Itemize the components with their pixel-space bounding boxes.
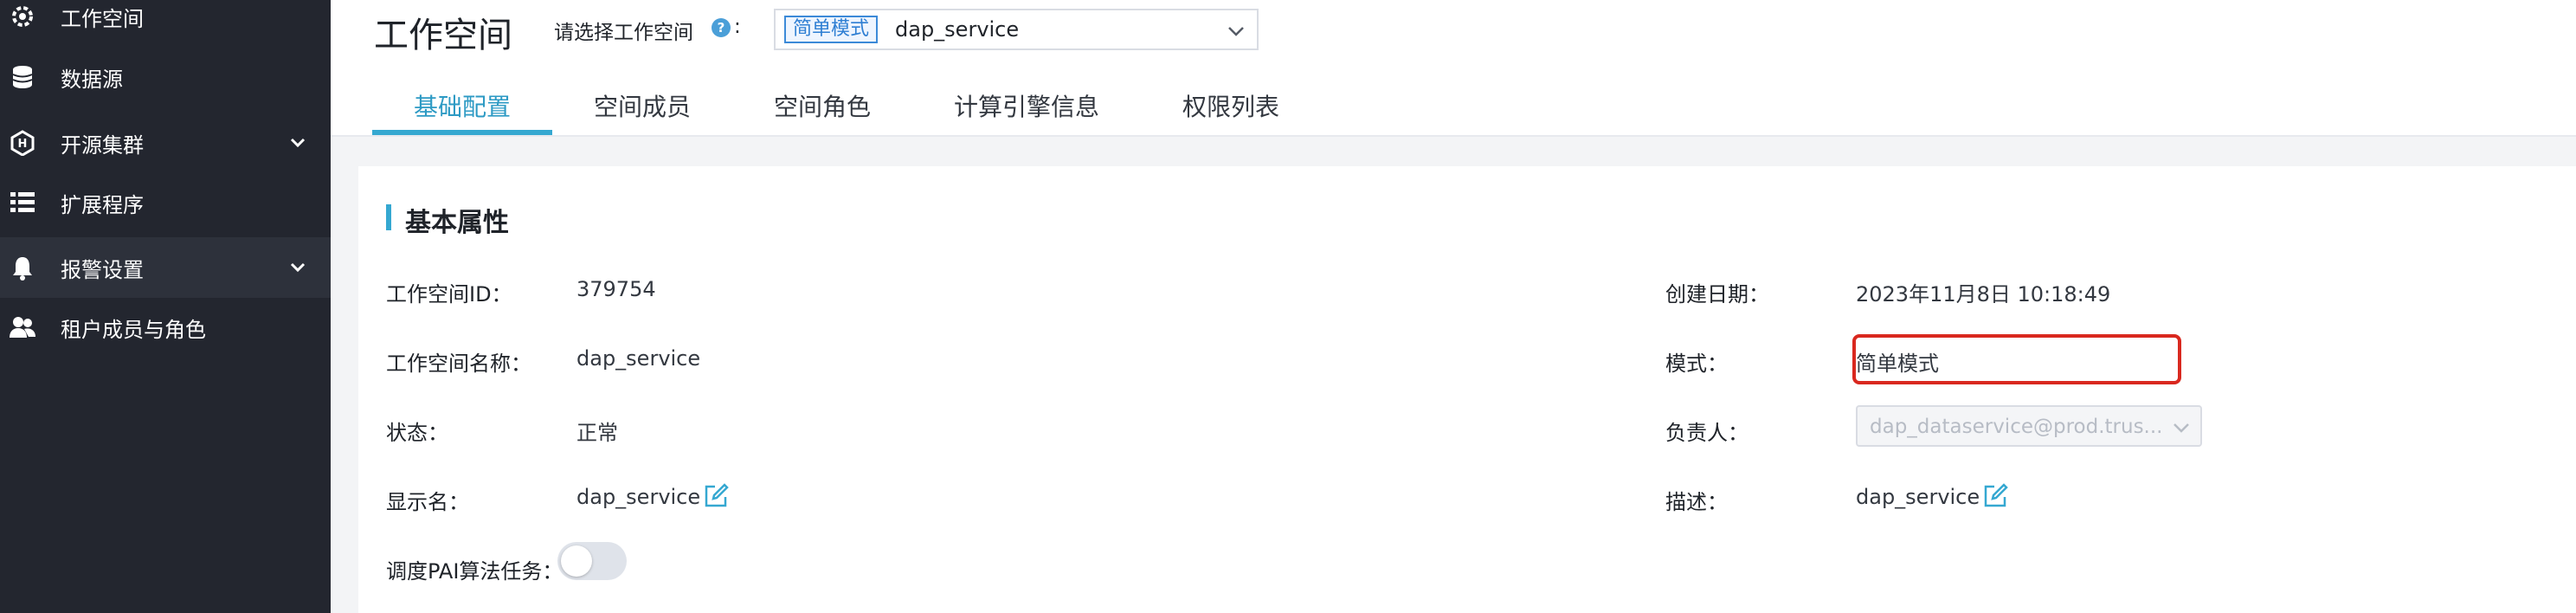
workspace-select-value: dap_service xyxy=(895,17,1020,42)
database-icon xyxy=(9,63,36,91)
users-icon xyxy=(9,313,36,341)
sidebar-item-workspace[interactable]: 工作空间 xyxy=(0,0,331,47)
page-header: 工作空间 请选择工作空间 ? : 简单模式 dap_service 基础配置 空… xyxy=(331,0,2576,137)
sidebar-item-cluster[interactable]: H 开源集群 xyxy=(0,113,331,173)
edit-icon[interactable] xyxy=(703,483,729,509)
status-label: 状态： xyxy=(386,421,448,445)
owner-select[interactable]: dap_dataservice@prod.trus... xyxy=(1856,405,2202,447)
description-value: dap_service xyxy=(1856,485,1980,509)
label-colon: : xyxy=(734,16,741,38)
sidebar-item-label: 报警设置 xyxy=(61,257,144,282)
display-name-label: 显示名： xyxy=(386,490,469,514)
mode-value: 简单模式 xyxy=(1856,352,1939,376)
status-value: 正常 xyxy=(576,421,618,445)
sidebar-item-label: 租户成员与角色 xyxy=(61,317,206,342)
tab-space-members[interactable]: 空间成员 xyxy=(594,88,691,123)
owner-select-value: dap_dataservice@prod.trus... xyxy=(1870,416,2163,438)
chevron-down-icon[interactable] xyxy=(287,132,308,153)
chevron-down-icon xyxy=(2174,423,2189,433)
sidebar-item-extension[interactable]: 扩展程序 xyxy=(0,172,331,233)
workspace-id-value: 379754 xyxy=(576,277,656,301)
pai-schedule-toggle[interactable] xyxy=(557,542,627,580)
created-date-label: 创建日期： xyxy=(1665,282,1769,306)
owner-label: 负责人： xyxy=(1665,421,1748,445)
tab-space-roles[interactable]: 空间角色 xyxy=(774,88,871,123)
toggle-knob xyxy=(561,545,592,577)
extension-icon xyxy=(9,189,36,216)
sidebar-item-alert[interactable]: 报警设置 xyxy=(0,237,331,298)
chevron-down-icon xyxy=(1228,27,1244,36)
sidebar-item-members[interactable]: 租户成员与角色 xyxy=(0,297,331,358)
section-accent-bar xyxy=(386,204,391,230)
sidebar: 工作空间 数据源 H 开源集群 扩展程序 报警设置 租户成员与角色 xyxy=(0,0,331,613)
workspace-select[interactable]: 简单模式 dap_service xyxy=(774,9,1259,50)
created-date-value: 2023年11月8日 10:18:49 xyxy=(1856,282,2111,306)
pai-schedule-label: 调度PAI算法任务： xyxy=(386,559,564,584)
sidebar-item-datasource[interactable]: 数据源 xyxy=(0,47,331,107)
gear-icon xyxy=(9,3,36,30)
mode-label: 模式： xyxy=(1665,352,1728,376)
workspace-name-value: dap_service xyxy=(576,346,701,371)
sidebar-item-label: 数据源 xyxy=(61,67,123,92)
edit-icon[interactable] xyxy=(1982,483,2008,509)
chevron-down-icon[interactable] xyxy=(287,257,308,278)
description-label: 描述： xyxy=(1665,490,1728,514)
bell-icon xyxy=(9,254,36,281)
workspace-id-label: 工作空间ID： xyxy=(386,282,512,306)
tab-compute-engine[interactable]: 计算引擎信息 xyxy=(954,88,1099,123)
workspace-name-label: 工作空间名称： xyxy=(386,352,531,376)
mode-tag: 简单模式 xyxy=(784,16,879,43)
cluster-icon: H xyxy=(9,129,36,157)
section-title: 基本属性 xyxy=(405,208,509,238)
sidebar-item-label: 开源集群 xyxy=(61,132,144,158)
sidebar-item-label: 工作空间 xyxy=(61,6,144,31)
page-title: 工作空间 xyxy=(374,16,512,55)
workspace-select-label: 请选择工作空间 xyxy=(554,22,693,44)
basic-properties-card: 基本属性 工作空间ID： 379754 工作空间名称： dap_service … xyxy=(358,166,2576,613)
display-name-value: dap_service xyxy=(576,485,701,509)
sidebar-item-label: 扩展程序 xyxy=(61,192,144,217)
tab-permissions[interactable]: 权限列表 xyxy=(1182,88,1279,123)
help-icon[interactable]: ? xyxy=(712,18,731,37)
svg-text:H: H xyxy=(18,138,28,151)
active-tab-indicator xyxy=(372,130,552,135)
tab-basic-config[interactable]: 基础配置 xyxy=(414,88,511,123)
